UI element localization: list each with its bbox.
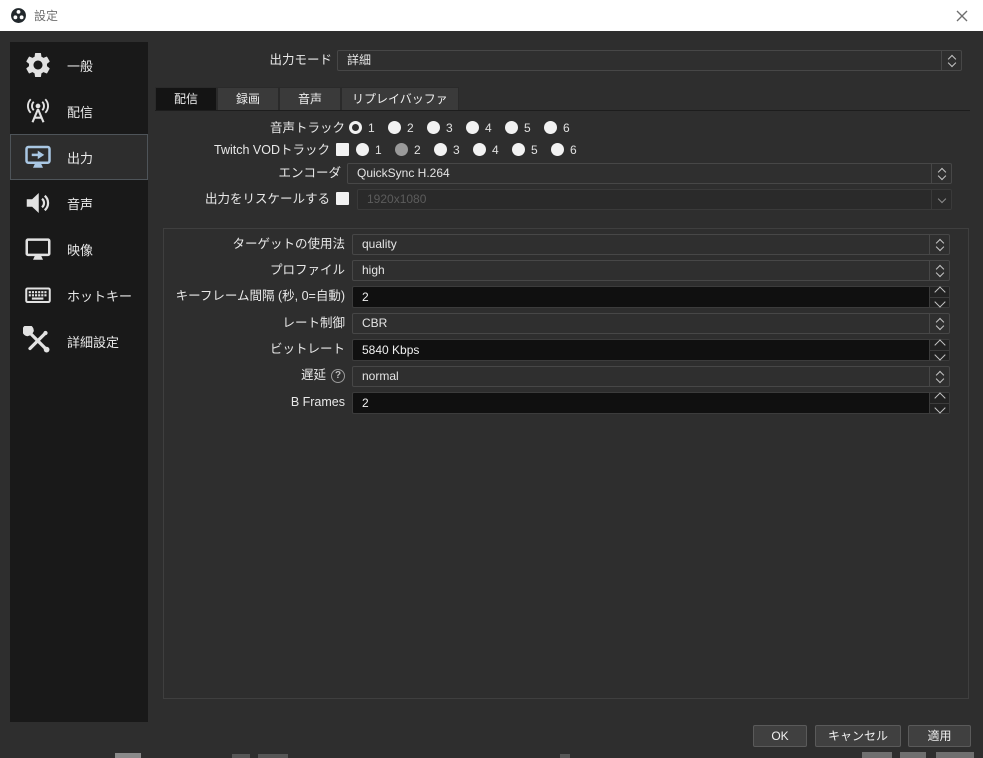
latency-label: 遅延 (301, 368, 326, 383)
radio-vod-track-3[interactable] (434, 143, 447, 156)
close-icon[interactable] (955, 9, 969, 23)
radio-vod-track-6[interactable] (551, 143, 564, 156)
combo-spinner-icon[interactable] (929, 314, 949, 333)
radio-vod-track-5[interactable] (512, 143, 525, 156)
sidebar-item-video[interactable]: 映像 (10, 226, 148, 272)
speaker-icon (20, 187, 56, 219)
sidebar-item-hotkeys[interactable]: ホットキー (10, 272, 148, 318)
sidebar-item-label: ホットキー (67, 286, 132, 305)
tab-replay-buffer[interactable]: リプレイバッファ (341, 87, 459, 110)
audio-track-label: 音声トラック (270, 121, 345, 136)
obs-logo-icon (10, 7, 27, 24)
ok-button[interactable]: OK (753, 725, 807, 747)
window-title: 設定 (34, 7, 58, 24)
radio-vod-track-1[interactable] (356, 143, 369, 156)
background-window-fragment (115, 753, 141, 758)
background-window-fragment (936, 752, 974, 758)
keyframe-interval-label: キーフレーム間隔 (秒, 0=自動) (176, 289, 345, 304)
broadcast-icon (20, 95, 56, 127)
twitch-vod-label: Twitch VODトラック (214, 143, 330, 158)
b-frames-label: B Frames (291, 395, 345, 410)
title-bar: 設定 (0, 0, 983, 31)
b-frames-spinbox[interactable]: 2 (352, 392, 950, 414)
radio-audio-track-2[interactable] (388, 121, 401, 134)
audio-track-radios: 1 2 3 4 5 6 (349, 120, 572, 135)
monitor-icon (20, 233, 56, 265)
background-window-fragment (862, 752, 892, 758)
settings-sidebar: 一般 配信 出力 (10, 42, 148, 722)
radio-vod-track-2[interactable] (395, 143, 408, 156)
rescale-label: 出力をリスケールする (205, 192, 330, 207)
target-usage-label: ターゲットの使用法 (232, 237, 345, 252)
radio-audio-track-4[interactable] (466, 121, 479, 134)
combo-spinner-icon[interactable] (929, 367, 949, 386)
twitch-vod-checkbox[interactable] (336, 143, 349, 156)
radio-audio-track-5[interactable] (505, 121, 518, 134)
rescale-checkbox[interactable] (336, 192, 349, 205)
radio-audio-track-3[interactable] (427, 121, 440, 134)
sidebar-item-audio[interactable]: 音声 (10, 180, 148, 226)
rescale-value: 1920x1080 (358, 190, 931, 209)
spin-down-icon[interactable] (930, 351, 949, 361)
sidebar-item-label: 出力 (67, 148, 93, 167)
twitch-vod-radios: 1 2 3 4 5 6 (356, 142, 579, 157)
output-mode-combobox[interactable]: 詳細 (337, 50, 962, 71)
sidebar-item-label: 詳細設定 (67, 332, 119, 351)
sidebar-item-output[interactable]: 出力 (10, 134, 148, 180)
background-window-fragment (258, 754, 288, 758)
background-window-fragment (560, 754, 570, 758)
rate-control-label: レート制御 (282, 316, 345, 331)
tab-audio[interactable]: 音声 (279, 87, 341, 110)
tab-streaming[interactable]: 配信 (155, 87, 217, 110)
sidebar-item-stream[interactable]: 配信 (10, 88, 148, 134)
combo-spinner-icon[interactable] (941, 51, 961, 70)
sidebar-item-label: 音声 (67, 194, 93, 213)
output-mode-label: 出力モード (269, 53, 332, 68)
latency-label-row: 遅延 ? (301, 368, 345, 383)
encoder-combobox[interactable]: QuickSync H.264 (347, 163, 952, 184)
profile-label: プロファイル (270, 263, 345, 278)
sidebar-item-label: 映像 (67, 240, 93, 259)
output-tabs: 配信 録画 音声 リプレイバッファ (155, 87, 459, 110)
combo-spinner-icon[interactable] (929, 261, 949, 280)
sidebar-item-label: 配信 (67, 102, 93, 121)
help-icon[interactable]: ? (331, 369, 345, 383)
radio-vod-track-4[interactable] (473, 143, 486, 156)
gear-icon (20, 49, 56, 81)
tab-recording[interactable]: 録画 (217, 87, 279, 110)
output-mode-value: 詳細 (338, 51, 941, 70)
profile-combobox[interactable]: high (352, 260, 950, 281)
radio-audio-track-1[interactable] (349, 121, 362, 134)
rate-control-combobox[interactable]: CBR (352, 313, 950, 334)
background-window-fragment (232, 754, 250, 758)
sidebar-item-label: 一般 (67, 56, 93, 75)
target-usage-combobox[interactable]: quality (352, 234, 950, 255)
chevron-down-icon (931, 190, 951, 209)
sidebar-item-general[interactable]: 一般 (10, 42, 148, 88)
tools-icon (20, 325, 56, 357)
tab-divider (155, 110, 970, 111)
latency-combobox[interactable]: normal (352, 366, 950, 387)
spin-down-icon[interactable] (930, 298, 949, 308)
output-icon (20, 141, 56, 173)
rescale-combobox: 1920x1080 (357, 189, 952, 210)
combo-spinner-icon[interactable] (931, 164, 951, 183)
encoder-label: エンコーダ (278, 166, 341, 181)
bitrate-spinbox[interactable]: 5840 Kbps (352, 339, 950, 361)
keyframe-interval-spinbox[interactable]: 2 (352, 286, 950, 308)
apply-button[interactable]: 適用 (908, 725, 971, 747)
radio-audio-track-6[interactable] (544, 121, 557, 134)
bitrate-label: ビットレート (270, 342, 345, 357)
sidebar-item-advanced[interactable]: 詳細設定 (10, 318, 148, 364)
combo-spinner-icon[interactable] (929, 235, 949, 254)
background-window-fragment (900, 752, 926, 758)
cancel-button[interactable]: キャンセル (815, 725, 901, 747)
spin-down-icon[interactable] (930, 404, 949, 414)
encoder-value: QuickSync H.264 (348, 164, 931, 183)
keyboard-icon (20, 279, 56, 311)
